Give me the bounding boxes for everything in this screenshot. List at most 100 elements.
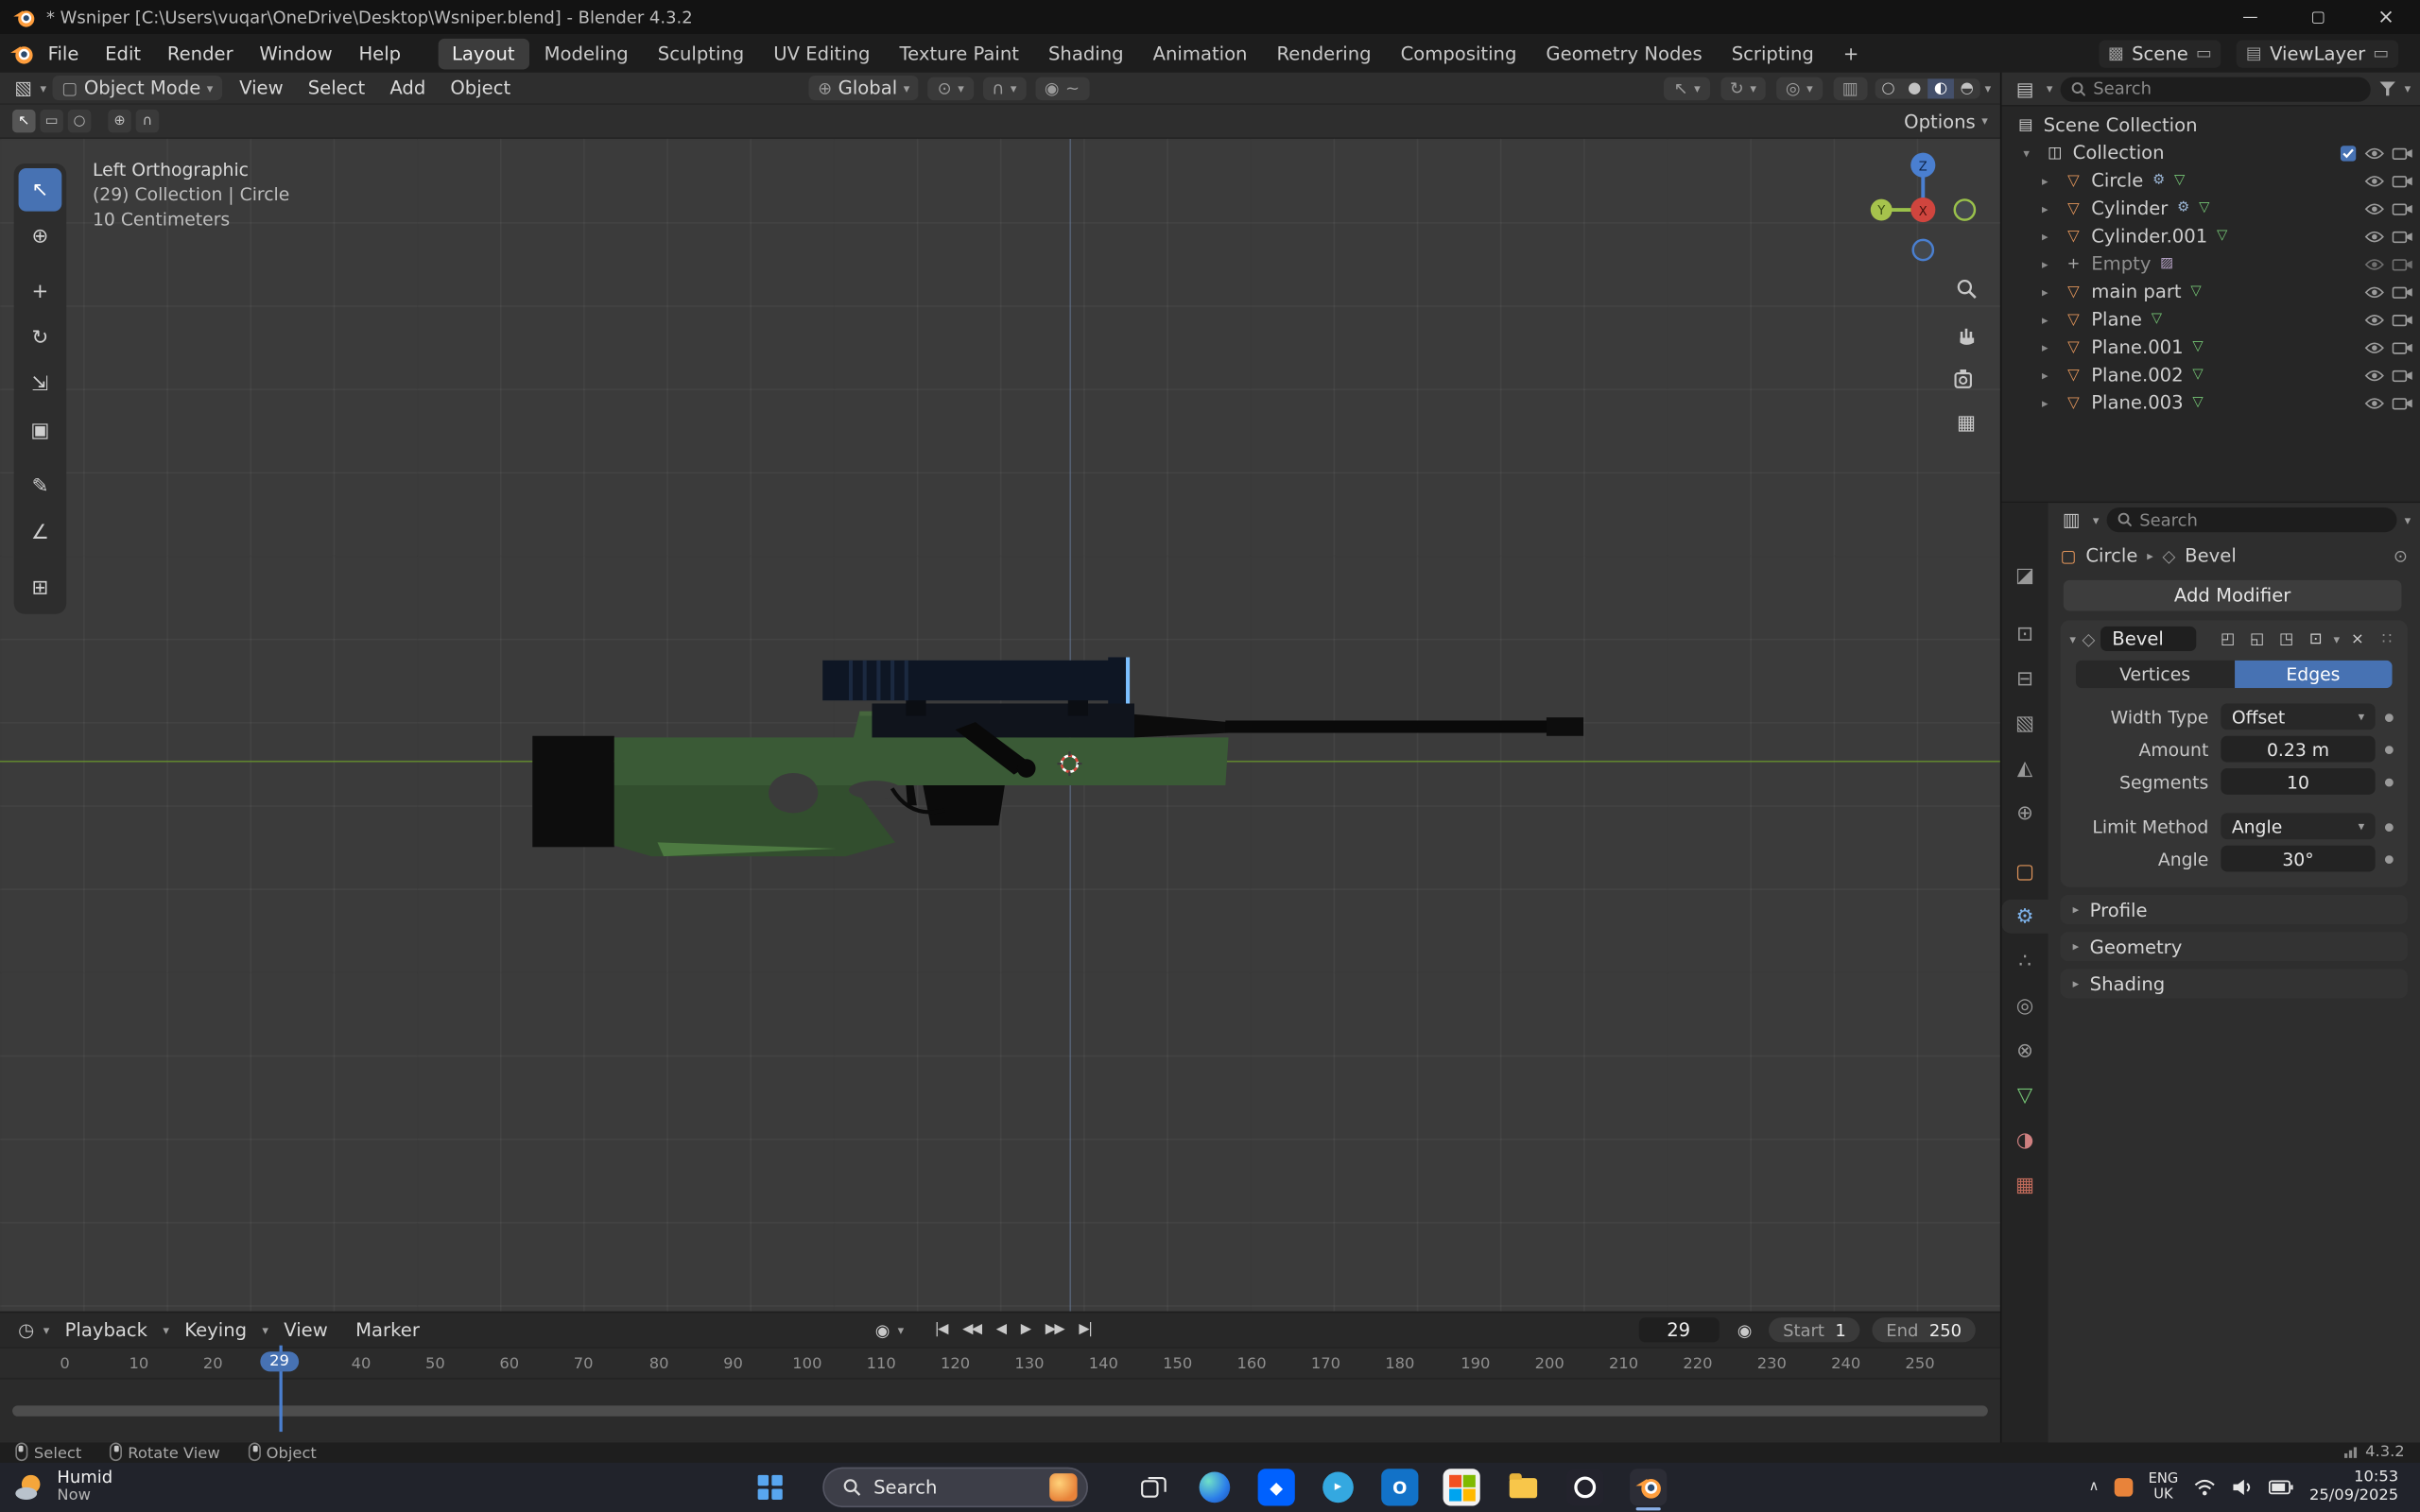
maximize-button[interactable]: ▢ xyxy=(2284,0,2352,34)
workspace-tab-scripting[interactable]: Scripting xyxy=(1718,38,1828,69)
workspace-tab-geometry-nodes[interactable]: Geometry Nodes xyxy=(1532,38,1717,69)
outlook-button[interactable]: O xyxy=(1381,1469,1419,1506)
move-tool[interactable]: + xyxy=(19,270,62,314)
eye-icon[interactable] xyxy=(2364,201,2384,215)
camera-restrict-icon[interactable] xyxy=(2392,146,2412,160)
toggle-perspective-grid-icon[interactable]: ▦ xyxy=(1949,405,1983,439)
camera-restrict-icon[interactable] xyxy=(2392,257,2412,271)
telegram-button[interactable]: ▸ xyxy=(1320,1469,1357,1505)
tab-scene[interactable]: ◭ xyxy=(2002,751,2048,785)
outliner-item-plane-002[interactable]: ▸ ▽ Plane.002 ▽ xyxy=(2002,361,2420,388)
tray-app-icon[interactable] xyxy=(2114,1478,2134,1497)
play-button[interactable]: ▶ xyxy=(1014,1322,1036,1337)
modifier-close-icon[interactable]: × xyxy=(2346,630,2369,647)
pan-hand-icon[interactable] xyxy=(1949,317,1983,351)
menu-help[interactable]: Help xyxy=(346,38,413,69)
workspace-tab-layout[interactable]: Layout xyxy=(438,38,529,69)
menu-playback[interactable]: Playback xyxy=(53,1314,161,1346)
menu-window[interactable]: Window xyxy=(247,38,344,69)
tab-world[interactable]: ⊕ xyxy=(2002,796,2048,830)
select-tweak-option[interactable]: ↖ xyxy=(12,109,36,133)
outliner-scene-collection[interactable]: ▤ Scene Collection xyxy=(2002,112,2420,139)
volume-icon[interactable] xyxy=(2232,1478,2254,1497)
profile-section[interactable]: ▸ Profile xyxy=(2060,894,2408,924)
prev-keyframe-button[interactable]: ◀◀ xyxy=(957,1322,987,1337)
measure-tool[interactable]: ∠ xyxy=(19,510,62,554)
rifle-model[interactable] xyxy=(525,641,1605,1011)
eye-icon[interactable] xyxy=(2364,340,2384,354)
breadcrumb-object[interactable]: Circle xyxy=(2085,544,2137,566)
navigation-gizmo[interactable]: Y Z X xyxy=(1861,148,1985,272)
workspace-tab-texture-paint[interactable]: Texture Paint xyxy=(886,38,1033,69)
outliner-item-plane-001[interactable]: ▸ ▽ Plane.001 ▽ xyxy=(2002,334,2420,361)
menu-edit[interactable]: Edit xyxy=(93,38,153,69)
collection-checkbox[interactable] xyxy=(2340,145,2357,162)
eye-icon[interactable] xyxy=(2364,284,2384,299)
workspace-tab-modeling[interactable]: Modeling xyxy=(530,38,643,69)
mode-dropdown[interactable]: ▢ Object Mode ▾ xyxy=(52,76,223,101)
transform-orientation-dropdown[interactable]: ⊕ Global ▾ xyxy=(808,76,920,101)
dropbox-button[interactable]: ◆ xyxy=(1257,1469,1295,1506)
shading-rendered-icon[interactable]: ◓ xyxy=(1954,77,1980,97)
viewport-3d[interactable]: Left Orthographic (29) Collection | Circ… xyxy=(0,138,2000,1312)
properties-search[interactable] xyxy=(2106,507,2397,533)
tab-physics[interactable]: ◎ xyxy=(2002,989,2048,1023)
tab-constraints[interactable]: ⊗ xyxy=(2002,1034,2048,1068)
shading-section[interactable]: ▸ Shading xyxy=(2060,969,2408,999)
close-button[interactable]: × xyxy=(2352,0,2420,34)
outliner-item-cylinder[interactable]: ▸ ▽ Cylinder ⚙ ▽ xyxy=(2002,195,2420,222)
outliner-collection[interactable]: ▾ ◫ Collection xyxy=(2002,139,2420,166)
eye-icon[interactable] xyxy=(2364,174,2384,188)
cursor-tool[interactable]: ⊕ xyxy=(19,215,62,258)
proportional-edit-toggle[interactable]: ◉ ~ xyxy=(1035,76,1089,100)
camera-restrict-icon[interactable] xyxy=(2392,368,2412,382)
scale-tool[interactable]: ⇲ xyxy=(19,363,62,406)
properties-editor-icon[interactable]: ▥ xyxy=(2057,509,2084,531)
annotate-tool[interactable]: ✎ xyxy=(19,464,62,507)
menu-render[interactable]: Render xyxy=(155,38,246,69)
new-viewlayer-icon[interactable]: ▭ xyxy=(2373,43,2389,63)
outliner-editor-icon[interactable]: ▤ xyxy=(2011,77,2038,99)
select-box-tool[interactable]: ↖ xyxy=(18,167,62,212)
eye-icon[interactable] xyxy=(2364,257,2384,271)
segments-field[interactable]: 10 xyxy=(2221,768,2376,795)
menu-marker[interactable]: Marker xyxy=(343,1314,432,1346)
timeline-scrollbar[interactable] xyxy=(12,1405,1988,1417)
gizmo-y-neg-axis[interactable] xyxy=(1953,198,1977,221)
affect-vertices-tab[interactable]: Vertices xyxy=(2075,660,2235,689)
play-reverse-button[interactable]: ◀ xyxy=(990,1322,1011,1337)
zoom-icon[interactable] xyxy=(1949,271,1983,305)
menu-select[interactable]: Select xyxy=(297,76,375,100)
filter-icon[interactable] xyxy=(2378,80,2397,97)
options-button[interactable]: Options ▾ xyxy=(1904,111,1988,132)
limit-method-dropdown[interactable]: Angle ▾ xyxy=(2221,813,2376,840)
display-in-editmode-toggle[interactable]: ◰ xyxy=(2216,630,2238,647)
select-circle-option[interactable]: ○ xyxy=(67,109,92,133)
camera-restrict-icon[interactable] xyxy=(2392,284,2412,299)
width-type-dropdown[interactable]: Offset ▾ xyxy=(2221,703,2376,730)
viewlayer-selector[interactable]: ▤ ViewLayer ▭ xyxy=(2237,39,2399,68)
tray-chevron-icon[interactable]: ∧ xyxy=(2089,1480,2100,1495)
eye-icon[interactable] xyxy=(2364,229,2384,243)
workspace-tab-shading[interactable]: Shading xyxy=(1034,38,1137,69)
start-button[interactable] xyxy=(752,1469,788,1505)
tab-modifiers[interactable]: ⚙ xyxy=(2001,899,2048,934)
pin-icon[interactable]: ⊙ xyxy=(2394,545,2408,565)
menu-object[interactable]: Object xyxy=(440,76,522,100)
workspace-tab-compositing[interactable]: Compositing xyxy=(1387,38,1530,69)
shading-material-icon[interactable]: ◐ xyxy=(1927,77,1954,98)
outliner-item-empty[interactable]: ▸ + Empty ▨ xyxy=(2002,249,2420,277)
tab-texture[interactable]: ▦ xyxy=(2002,1168,2048,1202)
current-frame-field[interactable]: 29 xyxy=(1638,1317,1720,1343)
workspace-tab-animation[interactable]: Animation xyxy=(1139,38,1261,69)
jump-to-start-button[interactable]: |◀ xyxy=(928,1322,953,1337)
next-keyframe-button[interactable]: ▶▶ xyxy=(1039,1322,1069,1337)
gizmo-z-neg-axis[interactable] xyxy=(1911,238,1935,262)
selectability-dropdown[interactable]: ↖ ▾ xyxy=(1664,76,1710,100)
tab-output[interactable]: ⊟ xyxy=(2002,662,2048,696)
scene-selector[interactable]: ▩ Scene ▭ xyxy=(2099,39,2221,68)
eye-icon[interactable] xyxy=(2364,368,2384,382)
editor-type-icon[interactable]: ▧ xyxy=(9,77,37,99)
camera-restrict-icon[interactable] xyxy=(2392,340,2412,354)
overlays-dropdown[interactable]: ◎ ▾ xyxy=(1776,76,1823,100)
